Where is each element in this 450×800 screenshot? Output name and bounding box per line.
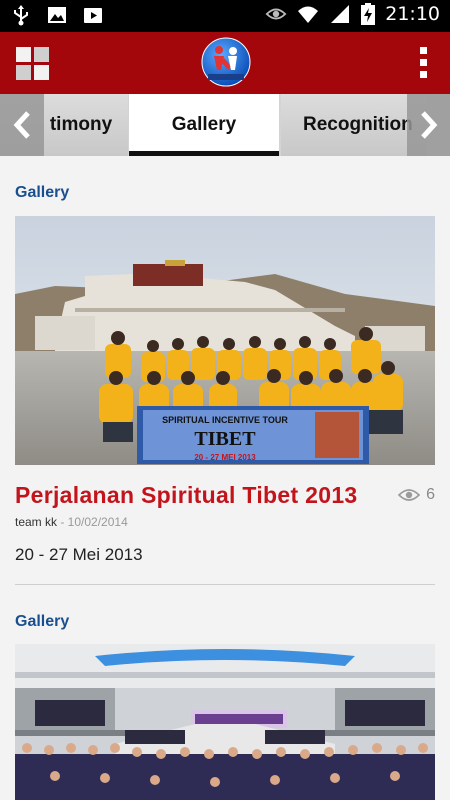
section-label[interactable]: Gallery (15, 184, 69, 202)
more-vert-icon[interactable] (420, 47, 428, 79)
usb-icon (14, 5, 28, 26)
tab-label: Gallery (171, 114, 237, 135)
tab-label: Recognition (303, 114, 413, 135)
post-date: - 10/02/2014 (57, 515, 128, 529)
section-label[interactable]: Gallery (15, 613, 69, 631)
chevron-left-icon (13, 111, 30, 139)
banner-line-2: TIBET (194, 428, 256, 450)
signal-icon (331, 5, 350, 23)
tibet-group-photo: SPIRITUAL INCENTIVE TOUR TIBET 20 - 27 M… (15, 216, 435, 465)
tab-gallery[interactable]: Gallery (129, 94, 279, 156)
view-count-value: 6 (426, 486, 435, 503)
post-excerpt: 20 - 27 Mei 2013 (15, 545, 143, 564)
wifi-icon (298, 6, 319, 23)
kk-logo-icon[interactable] (200, 36, 252, 90)
chevron-right-icon (420, 111, 437, 139)
category-tabs: timony Gallery Recognition (0, 94, 450, 156)
status-time: 21:10 (385, 3, 440, 25)
content-feed[interactable]: Gallery SPIRITUAL INCENTIVE TOUR TIBET 2… (0, 156, 450, 800)
battery-charging-icon (361, 3, 376, 25)
post-image-gallery-2[interactable] (15, 644, 435, 800)
image-icon (48, 7, 66, 23)
grid-menu-icon[interactable] (16, 47, 49, 80)
eye-icon (265, 8, 287, 20)
view-count: 6 (398, 486, 435, 504)
banner-line-1: SPIRITUAL INCENTIVE TOUR (162, 415, 288, 425)
post-meta: team kk - 10/02/2014 (15, 515, 128, 529)
app-bar (0, 32, 450, 94)
status-bar: 21:10 (0, 0, 450, 32)
post-title[interactable]: Perjalanan Spiritual Tibet 2013 (15, 482, 358, 509)
banner-line-3: 20 - 27 MEI 2013 (194, 453, 256, 462)
divider (15, 584, 435, 585)
tab-scroll-left-button[interactable] (0, 94, 44, 156)
post-image-tibet[interactable]: SPIRITUAL INCENTIVE TOUR TIBET 20 - 27 M… (15, 216, 435, 465)
eye-views-icon (398, 489, 421, 501)
play-store-icon (84, 8, 102, 23)
indoor-group-photo (15, 644, 435, 800)
post-author: team kk (15, 515, 58, 529)
tab-scroll-right-button[interactable] (407, 94, 450, 156)
tab-recognition[interactable]: Recognition (281, 94, 427, 156)
